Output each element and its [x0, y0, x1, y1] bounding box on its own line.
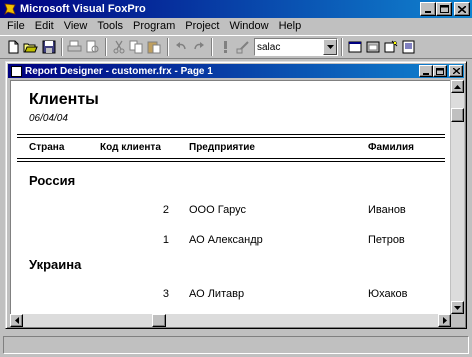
- exclamation-run-icon: [223, 41, 227, 53]
- report-designer-icon: [402, 40, 414, 54]
- size-grip[interactable]: [451, 314, 464, 327]
- status-panel: [3, 336, 469, 354]
- scroll-up-arrow-icon[interactable]: [451, 80, 464, 93]
- modify-form-button[interactable]: [234, 39, 251, 56]
- child-minimize-button[interactable]: [419, 65, 433, 77]
- group-header: Россия: [29, 173, 76, 188]
- open-folder-icon: [23, 43, 38, 53]
- form-wizard-button[interactable]: [382, 39, 399, 56]
- row-company: АО Александр: [189, 234, 263, 246]
- minimize-button[interactable]: [420, 2, 436, 16]
- report-title: Клиенты: [29, 91, 99, 108]
- save-button[interactable]: [40, 39, 57, 56]
- undo-button[interactable]: [172, 39, 189, 56]
- row-surname: Юхаков: [368, 288, 408, 300]
- undo-arrow-icon: [175, 42, 186, 50]
- save-disk-icon: [42, 40, 55, 54]
- data-session-button[interactable]: [364, 39, 381, 56]
- redo-button[interactable]: [190, 39, 207, 56]
- maximize-button[interactable]: [436, 2, 452, 16]
- group-header: Украина: [29, 257, 82, 272]
- header-rule-top: [17, 134, 445, 135]
- close-button[interactable]: [454, 2, 470, 16]
- menu-view[interactable]: View: [59, 20, 93, 32]
- horizontal-scroll-thumb[interactable]: [152, 314, 166, 327]
- column-header-country: Страна: [29, 142, 65, 153]
- app-title: Microsoft Visual FoxPro: [20, 3, 146, 15]
- report-date: 06/04/04: [29, 113, 68, 124]
- cut-button[interactable]: [110, 39, 127, 56]
- menu-file[interactable]: File: [2, 20, 30, 32]
- toolbar-separator: [61, 38, 63, 56]
- scroll-right-arrow-icon[interactable]: [438, 314, 451, 327]
- chevron-down-icon[interactable]: [323, 39, 337, 55]
- command-window-button[interactable]: [346, 39, 363, 56]
- toolbar-separator: [167, 38, 169, 56]
- child-close-button[interactable]: [449, 65, 463, 77]
- menu-edit[interactable]: Edit: [30, 20, 59, 32]
- form-wizard-icon: [384, 40, 397, 53]
- scissors-icon: [113, 40, 124, 54]
- row-surname: Иванов: [368, 204, 406, 216]
- row-surname: Петров: [368, 234, 405, 246]
- row-company: ООО Гарус: [189, 204, 247, 216]
- menu-bar: File Edit View Tools Program Project Win…: [0, 18, 472, 34]
- database-combo[interactable]: salac: [254, 38, 338, 56]
- standard-toolbar: salac: [0, 35, 472, 59]
- new-file-button[interactable]: [4, 39, 21, 56]
- copy-icon: [129, 40, 143, 54]
- copy-button[interactable]: [128, 39, 145, 56]
- menu-tools[interactable]: Tools: [92, 20, 128, 32]
- new-file-icon: [8, 40, 18, 54]
- child-maximize-button[interactable]: [433, 65, 447, 77]
- column-header-company: Предприятие: [189, 142, 255, 153]
- report-icon: [11, 65, 22, 77]
- horizontal-scrollbar[interactable]: [10, 314, 451, 327]
- paste-button[interactable]: [146, 39, 163, 56]
- toolbar-separator: [341, 38, 343, 56]
- print-preview-icon: [86, 40, 99, 53]
- paste-clipboard-icon: [147, 41, 161, 54]
- modify-form-icon: [236, 41, 249, 54]
- row-client-code: 2: [162, 204, 169, 216]
- row-client-code: 3: [162, 288, 169, 300]
- row-company: АО Литавр: [189, 288, 245, 300]
- toolbar-separator: [105, 38, 107, 56]
- row-client-code: 1: [162, 234, 169, 246]
- database-combo-value: salac: [257, 41, 281, 53]
- status-bar: [0, 333, 472, 357]
- menu-project[interactable]: Project: [180, 20, 224, 32]
- header-rule-bottom: [17, 158, 445, 159]
- redo-arrow-icon: [193, 42, 204, 50]
- toolbar-separator: [211, 38, 213, 56]
- open-button[interactable]: [22, 39, 39, 56]
- report-designer-window: Report Designer - customer.frx - Page 1 …: [5, 61, 467, 329]
- menu-help[interactable]: Help: [274, 20, 307, 32]
- header-rule-bottom-2: [17, 161, 445, 162]
- report-designer-button[interactable]: [400, 39, 417, 56]
- printer-icon: [67, 40, 82, 52]
- command-window-icon: [348, 41, 361, 53]
- column-header-client-code: Код клиента: [100, 142, 161, 153]
- print-button[interactable]: [66, 39, 83, 56]
- vertical-scrollbar[interactable]: [451, 80, 464, 314]
- foxpro-icon: [3, 2, 17, 16]
- column-header-surname: Фамилия: [368, 142, 414, 153]
- report-preview-page: Клиенты 06/04/04 Страна Код клиента Пред…: [10, 80, 450, 314]
- header-rule-top-2: [17, 137, 445, 138]
- menu-program[interactable]: Program: [128, 20, 180, 32]
- report-designer-title: Report Designer - customer.frx - Page 1: [25, 65, 213, 77]
- data-session-icon: [366, 41, 379, 53]
- menu-window[interactable]: Window: [224, 20, 273, 32]
- report-designer-title-bar[interactable]: Report Designer - customer.frx - Page 1: [8, 64, 464, 78]
- print-preview-button[interactable]: [84, 39, 101, 56]
- app-title-bar[interactable]: Microsoft Visual FoxPro: [0, 0, 472, 18]
- run-button[interactable]: [216, 39, 233, 56]
- scroll-left-arrow-icon[interactable]: [10, 314, 23, 327]
- vertical-scroll-thumb[interactable]: [451, 108, 464, 122]
- scroll-down-arrow-icon[interactable]: [451, 301, 464, 314]
